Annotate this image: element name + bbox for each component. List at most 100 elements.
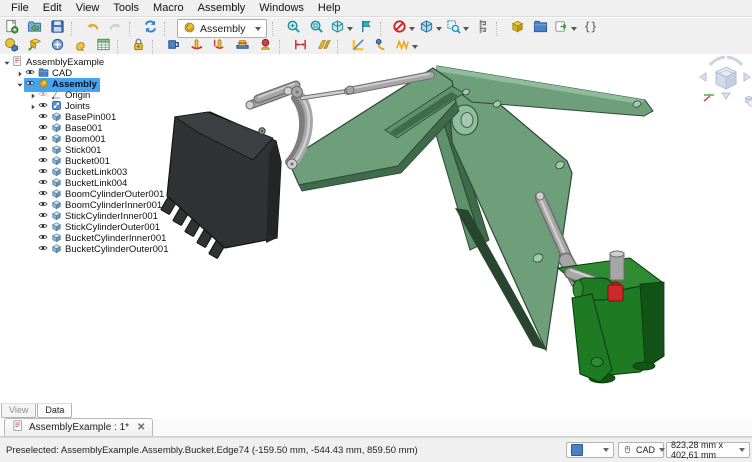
draw-style-button[interactable] (391, 20, 416, 38)
view-flag-button[interactable] (356, 20, 377, 38)
insert-component-button[interactable] (24, 38, 45, 56)
expression-editor-icon: {} (583, 19, 598, 39)
view-flag-icon (359, 19, 374, 39)
visibility-eye-icon[interactable] (38, 89, 48, 102)
zoom-fit-icon (309, 19, 324, 39)
joint-ball-button[interactable] (255, 38, 276, 56)
document-icon (12, 56, 23, 70)
menu-macro[interactable]: Macro (146, 1, 191, 15)
chevron-down-icon (659, 448, 665, 452)
draw-style-icon (392, 19, 407, 39)
zoom-fit-button[interactable] (306, 20, 327, 38)
menu-view[interactable]: View (69, 1, 107, 15)
joint-parallel-button[interactable] (313, 38, 334, 56)
toggle-flexible-button[interactable] (70, 38, 91, 56)
menu-help[interactable]: Help (311, 1, 348, 15)
toolbar-assembly (0, 39, 752, 55)
menu-assembly[interactable]: Assembly (191, 1, 253, 15)
menu-tools[interactable]: Tools (106, 1, 146, 15)
panel-tab-view[interactable]: View (1, 403, 36, 418)
redo-button[interactable] (105, 20, 126, 38)
solve-assembly-button[interactable] (47, 38, 68, 56)
open-document-button[interactable] (24, 20, 45, 38)
measure-button[interactable] (472, 20, 493, 38)
toolbar-separator (279, 40, 287, 54)
menu-windows[interactable]: Windows (252, 1, 311, 15)
joint-perpendicular-button[interactable] (348, 38, 369, 56)
svg-text:{}: {} (584, 20, 598, 33)
expander-icon[interactable] (2, 59, 11, 67)
expander-icon[interactable] (15, 81, 24, 89)
joint-fixed-button[interactable] (163, 38, 184, 56)
expander-icon[interactable] (28, 103, 37, 111)
axonometric-view-button[interactable] (418, 20, 443, 38)
toolbar-separator (152, 40, 160, 54)
workbench-selector[interactable]: Assembly (177, 19, 267, 38)
tree-item-bucketcylinderouter001[interactable]: BucketCylinderOuter001 (2, 244, 197, 255)
create-group-icon (533, 19, 548, 39)
visibility-eye-icon[interactable] (25, 78, 35, 91)
fit-all-button[interactable] (329, 20, 354, 38)
chevron-down-icon (739, 448, 745, 452)
zoom-in-button[interactable] (283, 20, 304, 38)
save-document-button[interactable] (47, 20, 68, 38)
new-document-icon (4, 19, 19, 39)
refresh-document-button[interactable] (140, 20, 161, 38)
document-tab-bar: AssemblyExample : 1* ✕ (0, 419, 752, 437)
measure-icon (475, 19, 490, 39)
base-part[interactable] (558, 251, 664, 383)
expander-icon[interactable] (15, 70, 24, 78)
refresh-document-icon (143, 19, 158, 39)
open-document-icon (27, 19, 42, 39)
chevron-down-icon (603, 448, 609, 452)
freecad-window: FileEditViewToolsMacroAssemblyWindowsHel… (0, 0, 752, 462)
render-style-dropdown[interactable] (566, 442, 614, 458)
model-tree: AssemblyExampleCADAssemblyOriginJointsBa… (2, 57, 197, 255)
fit-all-icon (330, 19, 345, 39)
new-document-button[interactable] (1, 20, 22, 38)
joint-revolute-button[interactable] (186, 38, 207, 56)
tree-item-assembly[interactable]: Assembly (2, 79, 197, 90)
joint-cylindrical-button[interactable] (209, 38, 230, 56)
create-part-button[interactable] (507, 20, 528, 38)
menu-edit[interactable]: Edit (36, 1, 69, 15)
navigation-style-dropdown[interactable]: CAD (618, 442, 664, 458)
bill-of-materials-button[interactable] (93, 38, 114, 56)
workbench-selector-value: Assembly (200, 23, 246, 35)
zoom-in-icon (286, 19, 301, 39)
menu-file[interactable]: File (4, 1, 36, 15)
undo-button[interactable] (82, 20, 103, 38)
create-assembly-button[interactable] (1, 38, 22, 56)
visibility-eye-icon[interactable] (38, 243, 48, 256)
expander-icon[interactable] (28, 92, 37, 100)
link-actions-button[interactable] (553, 20, 578, 38)
toolbar-separator (337, 40, 345, 54)
chevron-down-icon (436, 27, 442, 31)
tree-item-origin[interactable]: Origin (2, 90, 197, 101)
joint-distance-button[interactable] (290, 38, 311, 56)
part-icon (51, 243, 62, 257)
toolbar-separator (117, 40, 125, 54)
joint-rack-pinion-button[interactable] (394, 38, 419, 56)
axonometric-view-icon (419, 19, 434, 39)
assembly-workbench-icon (183, 21, 196, 37)
toolbar-separator (164, 22, 172, 36)
toolbar-separator (71, 22, 79, 36)
tab-close-icon[interactable]: ✕ (137, 422, 145, 433)
joint-slider-button[interactable] (232, 38, 253, 56)
panel-tab-data[interactable]: Data (37, 403, 72, 418)
save-document-icon (50, 19, 65, 39)
create-group-button[interactable] (530, 20, 551, 38)
joint-angle-button[interactable] (371, 38, 392, 56)
view-dimensions-dropdown[interactable]: 823,28 mm x 402,61 mm (666, 442, 750, 458)
document-icon (12, 420, 24, 435)
preselection-status: Preselected: AssemblyExample.Assembly.Bu… (6, 438, 418, 462)
chevron-down-icon (409, 27, 415, 31)
chevron-down-icon (571, 27, 577, 31)
toolbar-separator (129, 22, 137, 36)
zoom-selection-button[interactable] (445, 20, 470, 38)
toggle-grounded-button[interactable] (128, 38, 149, 56)
expression-editor-button[interactable]: {} (580, 20, 601, 38)
document-tab[interactable]: AssemblyExample : 1* ✕ (4, 418, 153, 436)
navigation-cube[interactable] (700, 57, 752, 106)
